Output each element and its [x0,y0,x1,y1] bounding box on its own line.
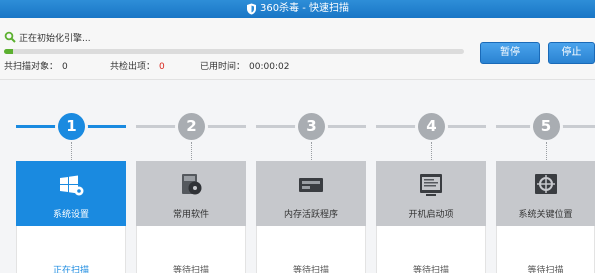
step-label: 系统关键位置 [518,210,573,220]
step-label: 常用软件 [172,210,209,220]
step-card: 系统关键位置 [496,161,595,226]
title-bar: 360杀毒 - 快速扫描 [0,0,595,18]
step-connector [431,142,432,160]
magnifier-icon [4,31,16,43]
memory-icon [299,178,323,192]
pause-button[interactable]: 暂停 [480,42,540,64]
time-value: 00:00:02 [249,62,290,72]
window-title: 360杀毒 - 快速扫描 [259,3,350,14]
found-count: 共检出项： 0 [110,59,165,72]
step-number: 2 [178,113,205,140]
step-card: 常用软件 [136,161,246,226]
step-2: 2 常用软件 等待扫描 [136,80,246,273]
step-state: 等待扫描 [412,266,449,273]
step-connector [545,142,547,160]
found-label: 共检出项： [110,62,156,72]
step-card: 开机启动项 [376,161,486,226]
step-state: 正在扫描 [52,266,89,273]
elapsed-time: 已用时间： 00:00:02 [200,59,289,72]
step-label: 内存活跃程序 [283,210,338,220]
shield-icon [246,3,256,14]
window-title-wrap: 360杀毒 - 快速扫描 [0,1,595,17]
step-number: 3 [298,113,325,140]
step-label: 系统设置 [52,210,89,220]
step-1: 1 系统设置 正在扫描 [16,80,126,273]
key-location-icon [534,174,557,194]
time-label: 已用时间： [200,62,246,72]
step-state: 等待扫描 [527,266,564,273]
windows-settings-icon [60,175,84,196]
step-connector [71,142,72,160]
scan-progress-bar [4,49,464,54]
scan-progress-fill [4,49,14,54]
scanned-value: 0 [62,62,68,72]
step-connector [191,142,192,160]
step-number: 4 [418,113,445,140]
step-label: 开机启动项 [408,210,454,220]
scanned-count: 共扫描对象： 0 [4,59,68,72]
stop-button[interactable]: 停止 [548,42,595,64]
step-number: 1 [58,113,85,140]
scanned-label: 共扫描对象： [4,62,59,72]
scan-steps: 1 系统设置 正在扫描 2 常用软件 等待扫描 3 内存活跃程序 等待扫描 4 … [0,80,595,273]
software-disc-icon [182,174,202,195]
step-connector [311,142,312,160]
step-card: 系统设置 [16,161,126,226]
step-state: 等待扫描 [172,266,209,273]
scan-status-panel: 正在初始化引擎... 共扫描对象： 0 共检出项： 0 已用时间： 00:00:02 … [0,18,595,80]
step-state: 等待扫描 [292,266,329,273]
step-3: 3 内存活跃程序 等待扫描 [256,80,366,273]
status-message: 正在初始化引擎... [19,33,91,44]
step-5: 5 系统关键位置 等待扫描 [496,80,595,273]
status-line: 正在初始化引擎... [4,30,91,44]
step-4: 4 开机启动项 等待扫描 [376,80,486,273]
startup-icon [420,174,442,196]
found-value: 0 [159,62,165,72]
step-card: 内存活跃程序 [256,161,366,226]
step-number: 5 [532,113,560,140]
